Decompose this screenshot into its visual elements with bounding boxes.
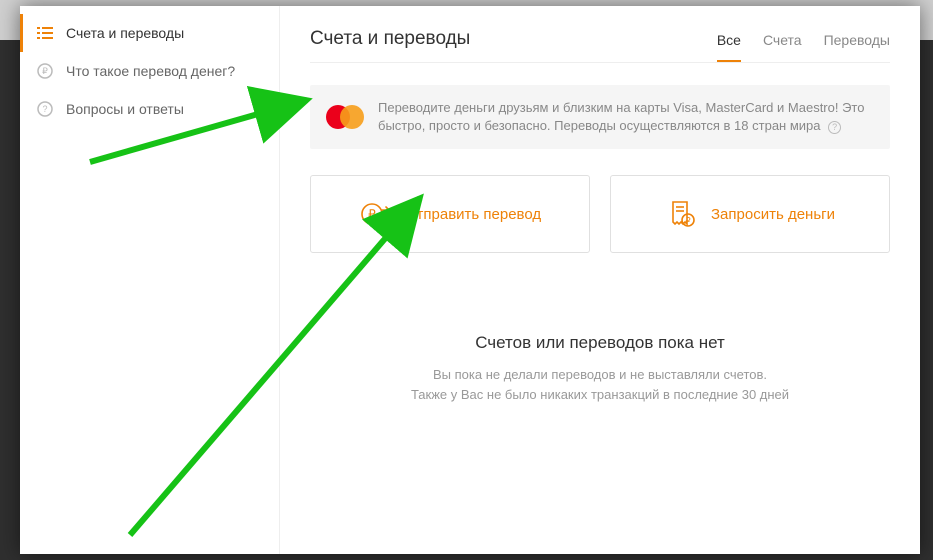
list-icon (36, 24, 54, 42)
banner-text: Переводите деньги друзьям и близким на к… (378, 99, 874, 135)
sidebar-item-label: Вопросы и ответы (66, 101, 184, 117)
sidebar-item-label: Что такое перевод денег? (66, 63, 235, 79)
modal-dialog: Счета и переводы ₽ Что такое перевод ден… (20, 6, 920, 554)
request-money-button[interactable]: ₽ Запросить деньги (610, 175, 890, 253)
sidebar-item-accounts[interactable]: Счета и переводы (20, 14, 279, 52)
page-title: Счета и переводы (310, 28, 470, 62)
help-icon[interactable]: ? (828, 121, 841, 134)
send-ruble-icon: ₽ (359, 198, 391, 230)
tab-accounts[interactable]: Счета (763, 32, 802, 62)
empty-subtitle: Вы пока не делали переводов и не выставл… (310, 365, 890, 404)
info-banner: Переводите деньги друзьям и близким на к… (310, 85, 890, 149)
svg-text:₽: ₽ (368, 207, 376, 221)
sidebar: Счета и переводы ₽ Что такое перевод ден… (20, 6, 280, 554)
main-header: Счета и переводы Все Счета Переводы (310, 28, 890, 63)
request-label: Запросить деньги (711, 206, 835, 223)
question-circle-icon: ? (36, 100, 54, 118)
tab-all[interactable]: Все (717, 32, 741, 62)
empty-title: Счетов или переводов пока нет (310, 333, 890, 353)
svg-text:₽: ₽ (685, 216, 690, 225)
tabs: Все Счета Переводы (717, 32, 890, 62)
sidebar-item-what-is-transfer[interactable]: ₽ Что такое перевод денег? (20, 52, 279, 90)
sidebar-item-faq[interactable]: ? Вопросы и ответы (20, 90, 279, 128)
sidebar-item-label: Счета и переводы (66, 25, 184, 41)
mastercard-icon (326, 105, 364, 129)
empty-state: Счетов или переводов пока нет Вы пока не… (310, 333, 890, 404)
tab-transfers[interactable]: Переводы (824, 32, 890, 62)
action-cards: ₽ Отправить перевод ₽ Запросить д (310, 175, 890, 253)
ruble-circle-icon: ₽ (36, 62, 54, 80)
main-content: Счета и переводы Все Счета Переводы Пере… (280, 6, 920, 554)
send-transfer-button[interactable]: ₽ Отправить перевод (310, 175, 590, 253)
svg-text:?: ? (42, 104, 47, 114)
request-receipt-icon: ₽ (665, 198, 697, 230)
send-label: Отправить перевод (405, 206, 541, 223)
svg-text:₽: ₽ (42, 66, 48, 76)
